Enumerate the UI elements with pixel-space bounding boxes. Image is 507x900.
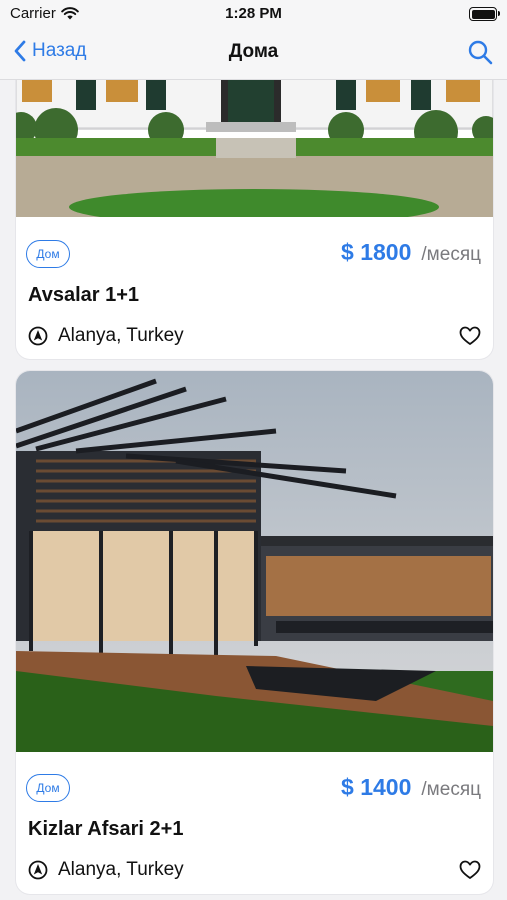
location-arrow-icon: [28, 860, 48, 880]
navigation-bar: Назад Дома: [0, 28, 507, 80]
page-title: Дома: [228, 41, 279, 62]
listing-photo: [16, 80, 493, 217]
price-amount: $ 1400: [341, 774, 412, 800]
price: $ 1400 /месяц: [341, 774, 481, 801]
location-arrow-icon: [28, 326, 48, 346]
favorite-button[interactable]: [459, 326, 481, 351]
price-unit: /месяц: [421, 244, 481, 265]
location-label: Alanya, Turkey: [58, 859, 184, 880]
listing-location: Alanya, Turkey: [28, 859, 184, 881]
status-bar: Carrier 1:28 PM: [0, 0, 507, 28]
listing-list[interactable]: Дом $ 1800 /месяц Avsalar 1+1 Alanya, Tu…: [0, 80, 507, 900]
price-unit: /месяц: [421, 779, 481, 800]
listing-info: Дом $ 1800 /месяц Avsalar 1+1 Alanya, Tu…: [16, 217, 493, 359]
type-badge: Дом: [26, 774, 70, 802]
heart-icon: [459, 860, 481, 879]
heart-icon: [459, 326, 481, 345]
type-badge: Дом: [26, 240, 70, 268]
price-amount: $ 1800: [341, 239, 412, 265]
listing-title: Kizlar Afsari 2+1: [28, 818, 184, 840]
listing-title: Avsalar 1+1: [28, 284, 140, 306]
listing-card[interactable]: Дом $ 1800 /месяц Avsalar 1+1 Alanya, Tu…: [16, 80, 493, 359]
status-time: 1:28 PM: [225, 5, 282, 22]
listing-info: Дом $ 1400 /месяц Kizlar Afsari 2+1 Alan…: [16, 752, 493, 894]
search-button[interactable]: [467, 39, 493, 70]
location-label: Alanya, Turkey: [58, 325, 184, 346]
listing-location: Alanya, Turkey: [28, 325, 184, 347]
favorite-button[interactable]: [459, 860, 481, 885]
listing-photo: [16, 371, 493, 752]
battery-icon: [469, 7, 500, 21]
listing-card[interactable]: Дом $ 1400 /месяц Kizlar Afsari 2+1 Alan…: [16, 371, 493, 894]
search-icon: [468, 40, 493, 65]
price: $ 1800 /месяц: [341, 239, 481, 266]
